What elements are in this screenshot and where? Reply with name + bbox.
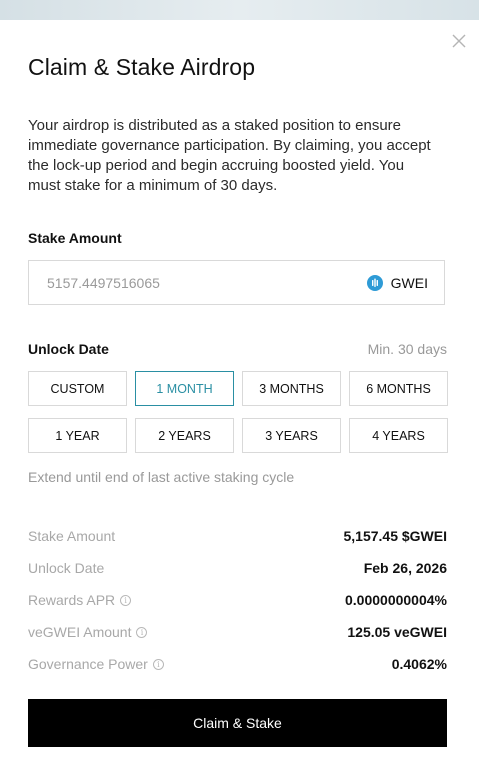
stake-amount-field: GWEI [28,260,445,305]
stake-summary: Stake Amount 5,157.45 $GWEI Unlock Date … [28,520,447,680]
summary-row-vegwei-amount: veGWEI Amount i 125.05 veGWEI [28,616,447,648]
summary-value: 0.4062% [391,656,447,672]
token-indicator: GWEI [366,261,428,304]
stake-amount-input[interactable] [47,261,347,304]
summary-label: Rewards APR [28,592,116,608]
modal-description: Your airdrop is distributed as a staked … [28,117,431,194]
close-icon[interactable] [450,32,468,50]
page-backdrop [0,0,479,20]
summary-row-governance-power: Governance Power i 0.4062% [28,648,447,680]
option-1-year[interactable]: 1 YEAR [28,418,127,453]
summary-label: Stake Amount [28,528,116,544]
summary-label: veGWEI Amount [28,624,132,640]
option-1-month[interactable]: 1 MONTH [135,371,234,406]
min-duration-note: Min. 30 days [367,341,447,357]
unlock-date-label: Unlock Date [28,341,109,357]
summary-label-with-info: veGWEI Amount i [28,624,148,640]
option-2-years[interactable]: 2 YEARS [135,418,234,453]
gwei-token-icon [366,274,383,291]
token-label: GWEI [390,274,428,291]
summary-row-unlock-date: Unlock Date Feb 26, 2026 [28,552,447,584]
option-6-months[interactable]: 6 MONTHS [349,371,448,406]
summary-label-with-info: Governance Power i [28,656,164,672]
stake-amount-label: Stake Amount [28,230,122,246]
claim-stake-modal: Claim & Stake Airdrop Your airdrop is di… [0,20,479,768]
summary-label: Governance Power [28,656,148,672]
unlock-duration-options: CUSTOM 1 MONTH 3 MONTHS 6 MONTHS 1 YEAR … [28,371,448,453]
summary-value: 5,157.45 $GWEI [343,528,447,544]
summary-row-stake-amount: Stake Amount 5,157.45 $GWEI [28,520,447,552]
summary-label-with-info: Rewards APR i [28,592,132,608]
info-icon[interactable]: i [136,626,148,638]
option-custom[interactable]: CUSTOM [28,371,127,406]
option-3-months[interactable]: 3 MONTHS [242,371,341,406]
claim-and-stake-button[interactable]: Claim & Stake [28,699,447,747]
modal-title: Claim & Stake Airdrop [28,54,256,80]
extend-staking-option[interactable]: Extend until end of last active staking … [28,469,294,485]
option-4-years[interactable]: 4 YEARS [349,418,448,453]
summary-row-rewards-apr: Rewards APR i 0.0000000004% [28,584,447,616]
summary-value: Feb 26, 2026 [363,560,447,576]
summary-label: Unlock Date [28,560,105,576]
info-icon[interactable]: i [120,594,132,606]
option-3-years[interactable]: 3 YEARS [242,418,341,453]
summary-value: 125.05 veGWEI [347,624,447,640]
summary-value: 0.0000000004% [345,592,447,608]
info-icon[interactable]: i [152,658,164,670]
